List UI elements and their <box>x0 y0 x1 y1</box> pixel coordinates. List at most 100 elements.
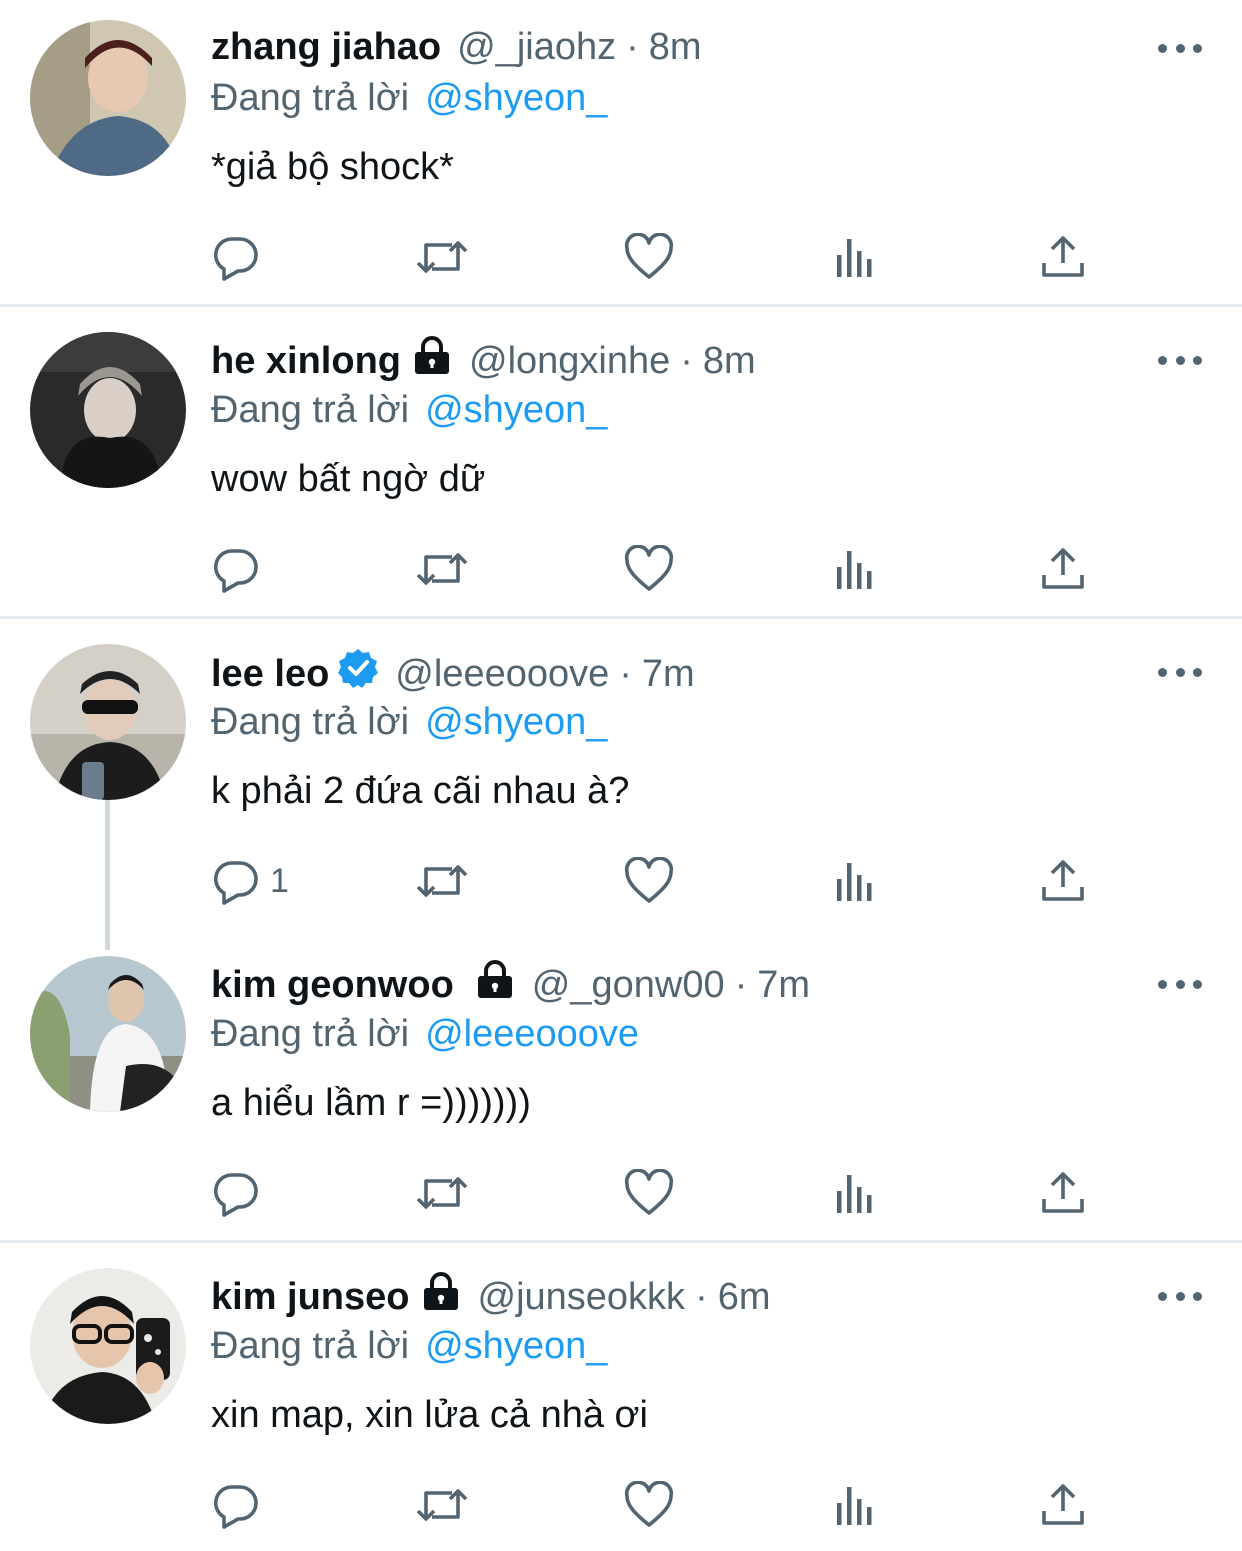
replying-to-label: Đang trả lời <box>211 77 410 119</box>
reply-button[interactable] <box>212 544 270 594</box>
tweet-header: he xinlong @longxinhe · 8m <box>211 335 756 387</box>
separator: · <box>734 964 748 1006</box>
like-icon <box>624 545 674 593</box>
like-icon <box>624 1481 674 1529</box>
tweet[interactable]: kim junseo @junseokkk · 6m Đang trả lời @… <box>0 1248 1242 1551</box>
views-button[interactable] <box>834 544 878 594</box>
share-button[interactable] <box>1040 232 1086 282</box>
display-name[interactable]: kim geonwoo <box>211 961 454 1009</box>
tweet-actions <box>0 232 1242 282</box>
retweet-button[interactable] <box>414 544 470 594</box>
replying-to-label: Đang trả lời <box>211 1325 410 1367</box>
avatar[interactable] <box>30 956 186 1112</box>
avatar[interactable] <box>30 332 186 488</box>
retweet-button[interactable] <box>414 856 470 906</box>
display-name[interactable]: zhang jiahao <box>211 23 441 71</box>
tweet-header: kim geonwoo @_gonw00 · 7m <box>211 959 810 1011</box>
avatar[interactable] <box>30 20 186 176</box>
share-button[interactable] <box>1040 1480 1086 1530</box>
like-button[interactable] <box>624 1168 674 1218</box>
replying-to-label: Đang trả lời <box>211 1013 410 1055</box>
user-handle[interactable]: @_gonw00 <box>532 961 725 1009</box>
timestamp[interactable]: 7m <box>642 650 695 698</box>
replying-to-handle[interactable]: @shyeon_ <box>425 701 607 743</box>
avatar[interactable] <box>30 644 186 800</box>
views-button[interactable] <box>834 1168 878 1218</box>
retweet-button[interactable] <box>414 232 470 282</box>
like-button[interactable] <box>624 544 674 594</box>
more-options-icon[interactable] <box>1158 978 1202 990</box>
replying-to-label: Đang trả lời <box>211 701 410 743</box>
display-name[interactable]: lee leo <box>211 650 329 698</box>
tweet-text: wow bất ngờ dữ <box>211 458 486 500</box>
reply-icon <box>212 1169 260 1217</box>
avatar[interactable] <box>30 1268 186 1424</box>
like-icon <box>624 233 674 281</box>
tweet[interactable]: lee leo @leeeooove · 7m Đang trả lời @shy… <box>0 624 1242 936</box>
tweet-text: xin map, xin lửa cả nhà ơi <box>211 1394 648 1436</box>
replying-to: Đang trả lời @shyeon_ <box>211 1322 607 1370</box>
retweet-icon <box>414 545 470 593</box>
like-button[interactable] <box>624 1480 674 1530</box>
more-options-icon[interactable] <box>1158 42 1202 54</box>
user-handle[interactable]: @leeeooove <box>395 650 609 698</box>
share-button[interactable] <box>1040 1168 1086 1218</box>
reply-icon <box>212 857 260 905</box>
share-button[interactable] <box>1040 544 1086 594</box>
timestamp[interactable]: 6m <box>718 1273 771 1321</box>
tweet-actions <box>0 544 1242 594</box>
replying-to-handle[interactable]: @shyeon_ <box>425 1325 607 1367</box>
more-options-icon[interactable] <box>1158 666 1202 678</box>
views-button[interactable] <box>834 856 878 906</box>
replying-to-handle[interactable]: @shyeon_ <box>425 77 607 119</box>
divider <box>0 616 1242 619</box>
timestamp[interactable]: 7m <box>757 961 810 1009</box>
like-button[interactable] <box>624 232 674 282</box>
user-handle[interactable]: @junseokkk <box>478 1273 686 1321</box>
reply-button[interactable] <box>212 1168 270 1218</box>
views-button[interactable] <box>834 232 878 282</box>
reply-count: 1 <box>270 861 289 900</box>
views-icon <box>834 545 878 593</box>
separator: · <box>680 340 693 382</box>
retweet-icon <box>414 233 470 281</box>
share-icon <box>1040 857 1086 905</box>
display-name[interactable]: he xinlong <box>211 337 401 385</box>
user-handle[interactable]: @_jiaohz <box>457 23 616 71</box>
separator: · <box>619 653 632 695</box>
like-button[interactable] <box>624 856 674 906</box>
timestamp[interactable]: 8m <box>649 23 702 71</box>
reply-button[interactable] <box>212 232 270 282</box>
tweet-actions <box>0 1168 1242 1218</box>
user-handle[interactable]: @longxinhe <box>469 337 670 385</box>
verified-badge-icon <box>337 647 379 701</box>
more-options-icon[interactable] <box>1158 354 1202 366</box>
retweet-button[interactable] <box>414 1168 470 1218</box>
reply-icon <box>212 1481 260 1529</box>
retweet-icon <box>414 1481 470 1529</box>
views-button[interactable] <box>834 1480 878 1530</box>
tweet-text: k phải 2 đứa cãi nhau à? <box>211 770 630 812</box>
replying-to-handle[interactable]: @leeeooove <box>425 1013 639 1055</box>
share-icon <box>1040 1169 1086 1217</box>
share-icon <box>1040 545 1086 593</box>
views-icon <box>834 1481 878 1529</box>
divider <box>0 1240 1242 1243</box>
views-icon <box>834 1169 878 1217</box>
more-options-icon[interactable] <box>1158 1290 1202 1302</box>
display-name[interactable]: kim junseo <box>211 1273 410 1321</box>
retweet-button[interactable] <box>414 1480 470 1530</box>
tweet[interactable]: zhang jiahao @_jiaohz · 8m Đang trả lời @… <box>0 0 1242 306</box>
tweet-header: zhang jiahao @_jiaohz · 8m <box>211 23 702 71</box>
reply-icon <box>212 545 260 593</box>
share-button[interactable] <box>1040 856 1086 906</box>
reply-icon <box>212 233 260 281</box>
timestamp[interactable]: 8m <box>703 337 756 385</box>
views-icon <box>834 857 878 905</box>
replying-to-label: Đang trả lời <box>211 389 410 431</box>
replying-to-handle[interactable]: @shyeon_ <box>425 389 607 431</box>
tweet[interactable]: he xinlong @longxinhe · 8m Đang trả lời @… <box>0 312 1242 618</box>
tweet[interactable]: kim geonwoo @_gonw00 · 7m Đang trả lời @l… <box>0 936 1242 1242</box>
reply-button[interactable] <box>212 1480 270 1530</box>
reply-button[interactable]: 1 <box>212 856 289 906</box>
